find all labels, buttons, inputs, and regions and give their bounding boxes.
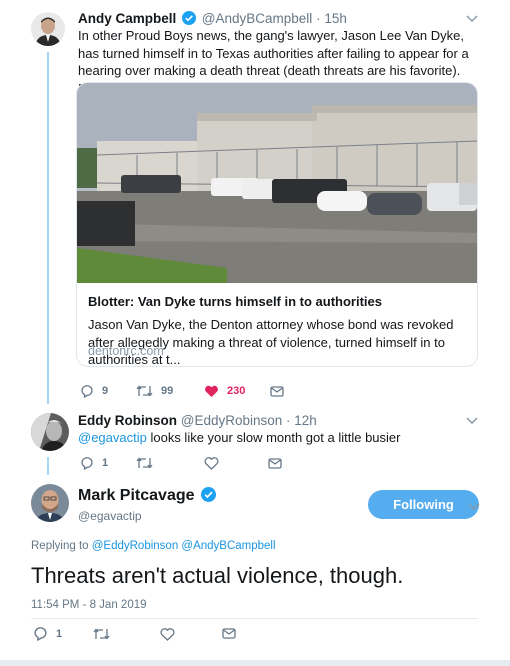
timestamp[interactable]: · 12h <box>286 413 317 428</box>
reply-icon <box>34 627 47 641</box>
like-count: 230 <box>227 385 246 397</box>
tweet-header: Andy Campbell @AndyBCampbell · 15h <box>78 11 347 26</box>
retweet-icon <box>136 385 153 397</box>
following-button[interactable]: Following <box>368 490 479 519</box>
tweet-actions: 1 <box>80 456 282 470</box>
timeline-separator <box>0 660 510 666</box>
avatar[interactable] <box>31 484 69 522</box>
timestamp[interactable]: · 15h <box>316 11 347 26</box>
display-name[interactable]: Eddy Robinson <box>78 413 177 428</box>
reply-icon <box>81 385 93 398</box>
card-domain: dentonrc.com <box>88 344 164 358</box>
card-title[interactable]: Blotter: Van Dyke turns himself in to au… <box>88 294 382 309</box>
avatar[interactable] <box>31 413 69 451</box>
tweet-actions: 1 <box>33 626 236 641</box>
display-name[interactable]: Andy Campbell <box>78 11 176 26</box>
like-button[interactable] <box>160 627 222 641</box>
retweet-icon <box>93 627 110 640</box>
replying-prefix: Replying to <box>31 540 92 552</box>
retweet-button[interactable]: 99 <box>136 384 204 398</box>
reply-icon <box>81 457 93 470</box>
divider <box>31 618 478 619</box>
like-icon <box>160 627 175 641</box>
dm-button[interactable] <box>222 627 236 640</box>
replying-to: Replying to @EddyRobinson @AndyBCampbell <box>31 540 276 552</box>
dm-icon <box>222 628 236 639</box>
display-name-text[interactable]: Mark Pitcavage <box>78 487 195 504</box>
retweet-icon <box>136 457 153 469</box>
thread-line <box>47 52 49 404</box>
tweet-body: looks like your slow month got a little … <box>146 430 401 445</box>
tweet-timestamp[interactable]: 11:54 PM - 8 Jan 2019 <box>31 599 147 611</box>
card-image <box>77 83 477 283</box>
reply-button[interactable]: 9 <box>80 384 136 398</box>
tweet-actions: 9 99 230 <box>80 384 284 398</box>
caret-down-icon[interactable] <box>468 500 480 514</box>
retweet-button[interactable] <box>93 627 160 641</box>
caret-down-icon[interactable] <box>466 12 478 26</box>
reply-count: 1 <box>102 457 109 469</box>
like-button[interactable]: 230 <box>204 384 270 398</box>
tweet-header: Eddy Robinson @EddyRobinson · 12h <box>78 413 317 428</box>
link-card[interactable]: Blotter: Van Dyke turns himself in to au… <box>76 82 478 367</box>
dm-icon <box>270 385 284 397</box>
replying-mentions[interactable]: @EddyRobinson @AndyBCampbell <box>92 540 276 552</box>
dm-icon <box>268 457 282 469</box>
tweet-text: @egavactip looks like your slow month go… <box>78 429 478 447</box>
dm-button[interactable] <box>268 457 282 470</box>
card-description: Jason Van Dyke, the Denton attorney whos… <box>88 317 454 367</box>
retweet-count: 99 <box>161 385 174 397</box>
mention-link[interactable]: @egavactip <box>78 430 147 445</box>
handle[interactable]: @AndyBCampbell <box>202 11 313 26</box>
handle[interactable]: @egavactip <box>78 509 142 523</box>
like-icon <box>205 385 218 397</box>
verified-icon <box>200 487 216 502</box>
avatar[interactable] <box>31 12 65 46</box>
thread-line <box>47 457 49 475</box>
reply-count: 9 <box>102 385 109 397</box>
reply-button[interactable]: 1 <box>33 626 93 641</box>
display-name[interactable]: Mark Pitcavage <box>78 487 218 505</box>
retweet-button[interactable] <box>136 456 204 470</box>
caret-down-icon[interactable] <box>466 414 478 428</box>
like-button[interactable] <box>204 456 268 470</box>
reply-button[interactable]: 1 <box>80 456 136 470</box>
handle[interactable]: @EddyRobinson <box>181 413 283 428</box>
like-icon <box>204 457 219 470</box>
verified-icon <box>182 11 197 25</box>
dm-button[interactable] <box>270 385 284 398</box>
tweet-text: Threats aren't actual violence, though. <box>31 563 404 588</box>
reply-count: 1 <box>56 627 63 640</box>
